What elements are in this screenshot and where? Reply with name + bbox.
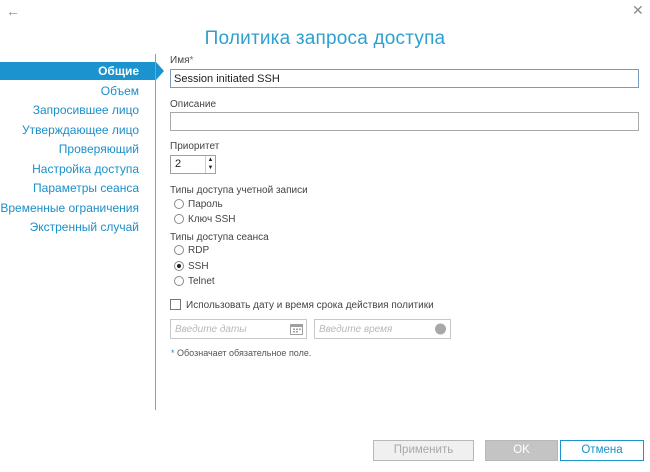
apply-button[interactable]: Применить: [373, 440, 474, 461]
time-placeholder: Введите время: [319, 324, 393, 335]
radio-rdp[interactable]: RDP: [174, 244, 210, 259]
sidebar-item-reviewer[interactable]: Проверяющий: [0, 140, 156, 160]
radio-ssh[interactable]: SSH: [174, 260, 209, 275]
close-icon[interactable]: ✕: [632, 2, 646, 18]
sidebar-item-session-params[interactable]: Параметры сеанса: [0, 179, 156, 199]
radio-label: Пароль: [188, 199, 223, 210]
radio-telnet[interactable]: Telnet: [174, 275, 215, 290]
clock-icon[interactable]: [434, 323, 447, 335]
sidebar-item-access-config[interactable]: Настройка доступа: [0, 160, 156, 180]
name-input[interactable]: [170, 69, 639, 88]
radio-button[interactable]: [174, 198, 184, 209]
required-mark: *: [189, 55, 194, 66]
date-placeholder: Введите даты: [175, 324, 247, 335]
sidebar-item-approver[interactable]: Утверждающее лицо: [0, 121, 156, 141]
sidebar-divider: [155, 54, 156, 410]
title-bar: ← ✕: [0, 0, 650, 24]
sidebar-nav: Общие Объем Запросившее лицо Утверждающе…: [0, 62, 164, 238]
page-title: Политика запроса доступа: [204, 28, 446, 49]
required-note-text: Обозначает обязательное поле.: [177, 348, 312, 358]
stepper-up-icon[interactable]: ▲: [206, 156, 215, 164]
sidebar-item-emergency[interactable]: Экстренный случай: [0, 218, 156, 238]
radio-password[interactable]: Пароль: [174, 198, 223, 213]
session-access-label: Типы доступа сеанса: [170, 232, 269, 243]
use-dates-label: Использовать дату и время срока действия…: [186, 300, 434, 312]
account-access-label: Типы доступа учетной записи: [170, 185, 308, 196]
description-label: Описание: [170, 99, 217, 110]
cancel-button[interactable]: Отмена: [560, 440, 644, 461]
stepper-buttons: ▲ ▼: [205, 156, 215, 173]
priority-value: 2: [175, 158, 182, 170]
required-mark: *: [171, 348, 175, 358]
name-label: Имя*: [170, 55, 193, 66]
radio-button-selected[interactable]: [174, 260, 184, 271]
radio-ssh-key[interactable]: Ключ SSH: [174, 213, 236, 228]
radio-label: Ключ SSH: [188, 214, 236, 225]
back-arrow-icon[interactable]: ←: [6, 3, 24, 19]
priority-label: Приоритет: [170, 141, 220, 152]
stepper-down-icon[interactable]: ▼: [206, 164, 215, 172]
ok-button[interactable]: OK: [485, 440, 558, 461]
use-dates-checkbox[interactable]: [170, 299, 181, 310]
sidebar-item-scope[interactable]: Объем: [0, 82, 156, 102]
sidebar-item-general[interactable]: Общие: [0, 62, 164, 80]
time-picker[interactable]: Введите время: [314, 319, 451, 339]
radio-label: Telnet: [188, 276, 215, 287]
required-note: * Обозначает обязательное поле.: [171, 348, 311, 358]
radio-button[interactable]: [174, 213, 184, 224]
radio-button[interactable]: [174, 244, 184, 255]
priority-stepper[interactable]: 2 ▲ ▼: [170, 155, 216, 174]
sidebar-item-time-restrictions[interactable]: Временные ограничения: [0, 199, 156, 219]
description-input[interactable]: [170, 112, 639, 131]
radio-label: RDP: [188, 245, 210, 256]
calendar-icon[interactable]: [290, 323, 303, 335]
radio-button[interactable]: [174, 275, 184, 286]
name-label-text: Имя: [170, 55, 190, 66]
sidebar-item-requester[interactable]: Запросившее лицо: [0, 101, 156, 121]
radio-label: SSH: [188, 261, 209, 272]
use-dates-checkbox-row[interactable]: Использовать дату и время срока действия…: [170, 299, 434, 314]
date-picker[interactable]: Введите даты: [170, 319, 307, 339]
